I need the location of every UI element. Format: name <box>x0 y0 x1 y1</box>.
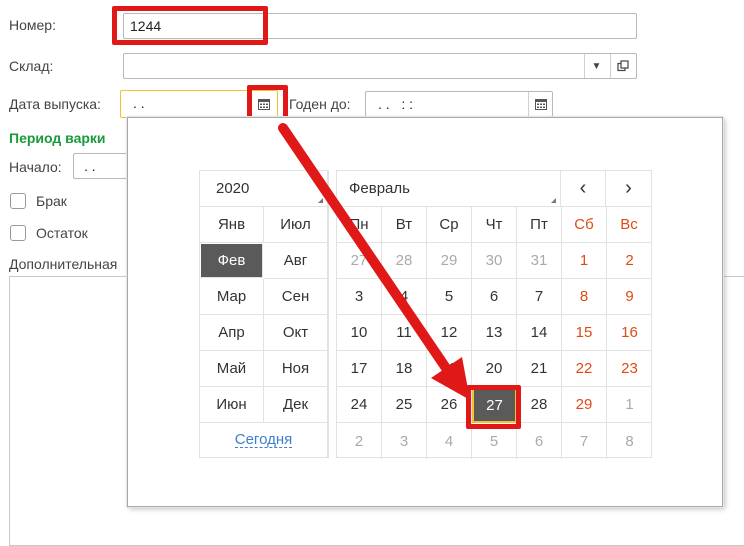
annotation-arrow <box>278 123 470 400</box>
